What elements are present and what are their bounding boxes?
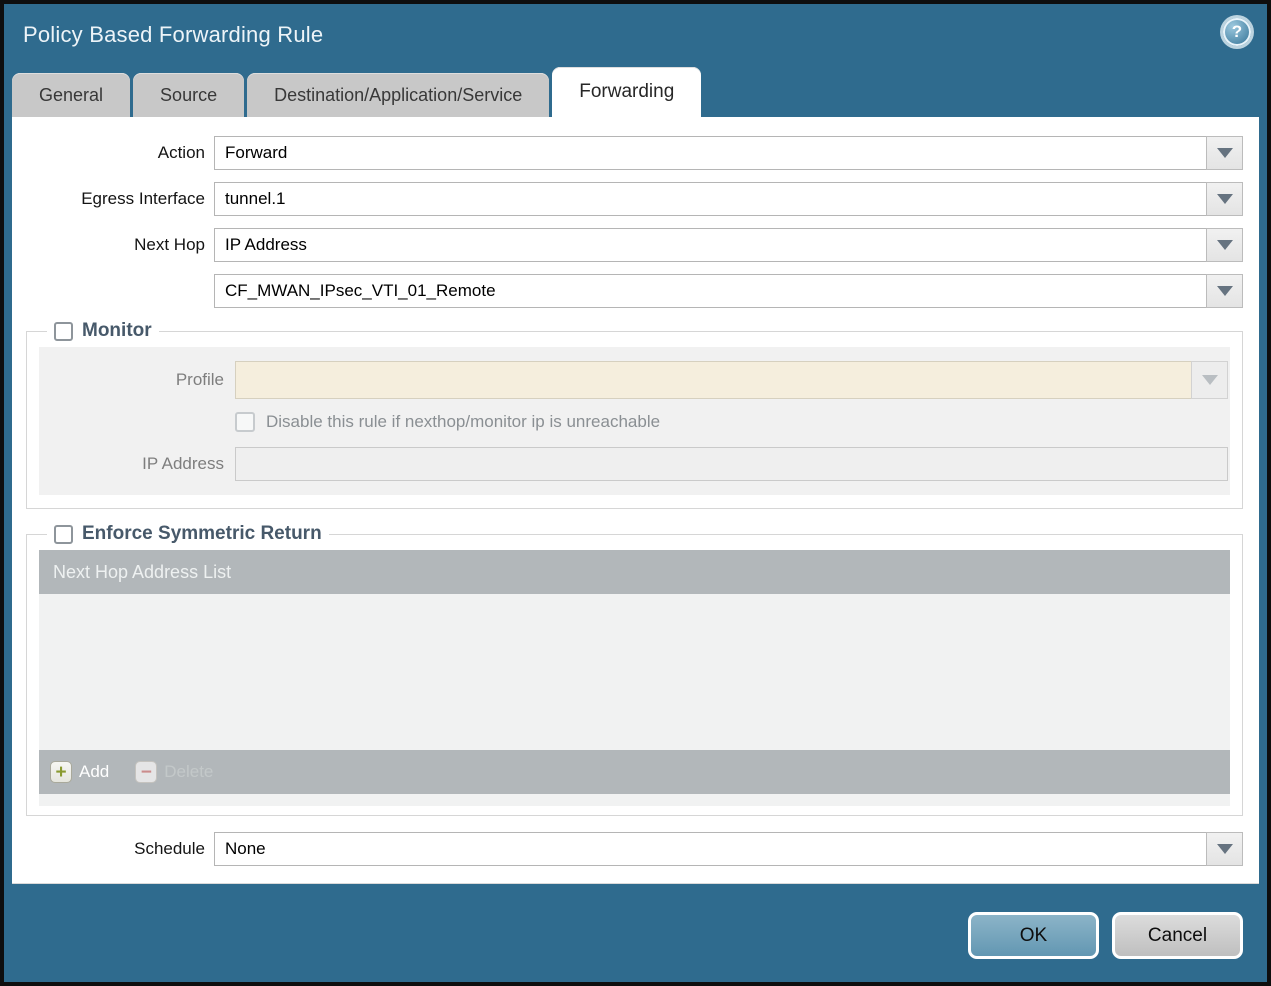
table-toolbar: + Add − Delete — [39, 750, 1230, 794]
dialog-footer: OK Cancel — [4, 884, 1267, 982]
monitor-group-label: Monitor — [82, 320, 152, 341]
delete-button-label: Delete — [164, 762, 214, 781]
policy-based-forwarding-dialog: Policy Based Forwarding Rule ? General S… — [0, 0, 1271, 986]
egress-interface-dropdown-button[interactable] — [1206, 182, 1243, 216]
next-hop-type-dropdown-button[interactable] — [1206, 228, 1243, 262]
monitor-panel: Profile Disable this rule if nexthop/mon… — [39, 347, 1230, 495]
profile-dropdown-button — [1191, 361, 1228, 399]
schedule-value[interactable]: None — [214, 832, 1206, 866]
egress-interface-value[interactable]: tunnel.1 — [214, 182, 1206, 216]
chevron-down-icon — [1216, 148, 1233, 158]
disable-rule-checkbox — [235, 412, 255, 432]
profile-label: Profile — [175, 370, 224, 389]
enforce-symmetric-return-checkbox[interactable] — [54, 524, 73, 544]
delete-button: − Delete — [135, 761, 213, 783]
chevron-down-icon — [1216, 844, 1233, 854]
tab-general[interactable]: General — [12, 73, 131, 117]
profile-value — [235, 361, 1191, 399]
monitor-group: Monitor Profile Disable this rule if nex… — [26, 320, 1243, 509]
action-dropdown-button[interactable] — [1206, 136, 1243, 170]
cancel-button[interactable]: Cancel — [1112, 912, 1243, 959]
chevron-down-icon — [1216, 286, 1233, 296]
add-button[interactable]: + Add — [50, 761, 109, 783]
next-hop-address-row: CF_MWAN_IPsec_VTI_01_Remote — [12, 274, 1243, 308]
chevron-down-icon — [1216, 194, 1233, 204]
egress-interface-label: Egress Interface — [81, 189, 205, 208]
monitor-profile-row: Profile — [39, 361, 1230, 399]
tab-source[interactable]: Source — [133, 73, 245, 117]
ok-button[interactable]: OK — [968, 912, 1099, 959]
next-hop-address-dropdown-button[interactable] — [1206, 274, 1243, 308]
delete-icon: − — [135, 761, 158, 783]
schedule-label: Schedule — [134, 839, 205, 858]
next-hop-address-value[interactable]: CF_MWAN_IPsec_VTI_01_Remote — [214, 274, 1206, 308]
schedule-row: Schedule None — [12, 832, 1243, 866]
enforce-group-label: Enforce Symmetric Return — [82, 523, 322, 544]
tab-destination-application-service[interactable]: Destination/Application/Service — [247, 73, 550, 117]
profile-select-disabled — [235, 361, 1228, 399]
table-body-empty[interactable] — [39, 594, 1230, 750]
egress-interface-row: Egress Interface tunnel.1 — [12, 182, 1243, 216]
schedule-select[interactable]: None — [214, 832, 1243, 866]
chevron-down-icon — [1216, 240, 1233, 250]
next-hop-address-table: Next Hop Address List + Add − Delete — [39, 550, 1230, 806]
schedule-dropdown-button[interactable] — [1206, 832, 1243, 866]
table-header: Next Hop Address List — [39, 550, 1230, 594]
dialog-title: Policy Based Forwarding Rule — [23, 22, 324, 47]
disable-rule-row: Disable this rule if nexthop/monitor ip … — [235, 412, 1230, 432]
next-hop-type-select[interactable]: IP Address — [214, 228, 1243, 262]
title-bar: Policy Based Forwarding Rule — [4, 4, 1267, 66]
monitor-ip-label: IP Address — [142, 454, 224, 473]
add-button-label: Add — [79, 762, 110, 781]
add-icon: + — [50, 761, 72, 783]
next-hop-type-value[interactable]: IP Address — [214, 228, 1206, 262]
tab-forwarding[interactable]: Forwarding — [552, 67, 702, 117]
monitor-ip-row: IP Address — [39, 447, 1230, 481]
next-hop-label: Next Hop — [134, 235, 205, 254]
egress-interface-select[interactable]: tunnel.1 — [214, 182, 1243, 216]
next-hop-address-select[interactable]: CF_MWAN_IPsec_VTI_01_Remote — [214, 274, 1243, 308]
next-hop-row: Next Hop IP Address — [12, 228, 1243, 262]
tab-bar: General Source Destination/Application/S… — [4, 66, 1267, 117]
enforce-symmetric-return-group: Enforce Symmetric Return Next Hop Addres… — [26, 523, 1243, 816]
action-value[interactable]: Forward — [214, 136, 1206, 170]
monitor-legend: Monitor — [47, 320, 159, 342]
forwarding-tab-panel: Action Forward Egress Interface tunnel.1… — [12, 117, 1259, 884]
action-select[interactable]: Forward — [214, 136, 1243, 170]
table-bottom-strip — [39, 794, 1230, 806]
action-label: Action — [157, 143, 205, 162]
monitor-checkbox[interactable] — [54, 321, 73, 341]
next-hop-address-list-column-header: Next Hop Address List — [53, 561, 232, 582]
monitor-ip-input — [235, 447, 1228, 481]
action-row: Action Forward — [12, 136, 1243, 170]
help-icon[interactable]: ? — [1223, 18, 1251, 46]
chevron-down-icon — [1201, 375, 1218, 385]
enforce-legend: Enforce Symmetric Return — [47, 523, 329, 545]
disable-rule-label: Disable this rule if nexthop/monitor ip … — [266, 412, 661, 431]
